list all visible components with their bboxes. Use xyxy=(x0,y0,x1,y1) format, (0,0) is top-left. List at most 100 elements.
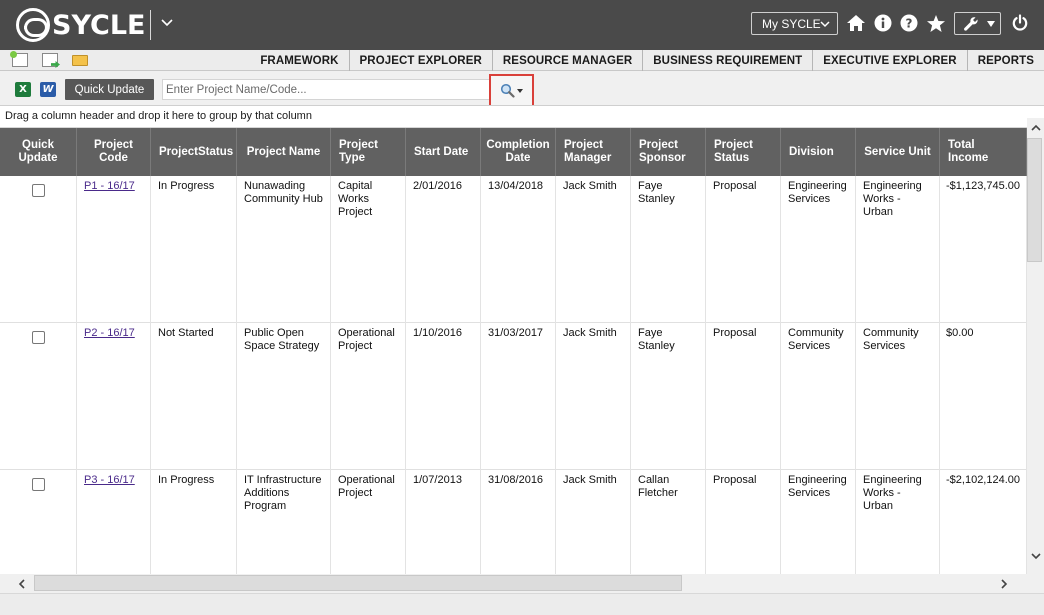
quick-update-cell xyxy=(0,470,77,574)
app-switcher-chevron-icon[interactable] xyxy=(160,15,176,35)
column-header-completion-date[interactable]: Completion Date xyxy=(481,128,556,176)
project-sponsor-cell: Callan Fletcher xyxy=(631,470,706,574)
column-header-project-sponsor[interactable]: Project Sponsor xyxy=(631,128,706,176)
word-export-icon[interactable]: W xyxy=(40,82,56,97)
logo-text: SYCLE xyxy=(52,9,146,41)
sycle-logo[interactable]: SYCLE xyxy=(16,8,146,42)
project-code-cell: P3 - 16/17 xyxy=(77,470,151,574)
project-grid: Drag a column header and drop it here to… xyxy=(0,105,1044,594)
project-search-input[interactable] xyxy=(162,79,490,100)
power-icon[interactable] xyxy=(1009,12,1031,34)
column-header-project-name[interactable]: Project Name xyxy=(237,128,331,176)
completion-date-cell: 31/08/2016 xyxy=(481,470,556,574)
caret-down-icon xyxy=(987,20,995,27)
total-income-cell: -$2,102,124.00 xyxy=(940,470,1027,574)
new-project-icon[interactable] xyxy=(10,51,28,67)
star-icon[interactable] xyxy=(925,12,947,34)
footer-strip xyxy=(0,593,1044,615)
info-icon[interactable] xyxy=(872,12,894,34)
tools-dropdown[interactable] xyxy=(954,12,1001,35)
quick-update-cell xyxy=(0,176,77,323)
scroll-down-icon[interactable] xyxy=(1030,550,1042,562)
service-unit-cell: Community Services xyxy=(856,323,940,470)
project-name-cell: IT Infrastructure Additions Program xyxy=(237,470,331,574)
start-date-cell: 1/10/2016 xyxy=(406,323,481,470)
vertical-scroll-thumb[interactable] xyxy=(1027,138,1042,262)
export-project-icon[interactable] xyxy=(42,53,58,67)
column-header-project-manager[interactable]: Project Manager xyxy=(556,128,631,176)
column-header-start-date[interactable]: Start Date xyxy=(406,128,481,176)
grid-body: P1 - 16/17 In Progress Nunawading Commun… xyxy=(0,176,1027,574)
row-checkbox[interactable] xyxy=(31,331,45,344)
project-status-field-cell: In Progress xyxy=(151,176,237,323)
help-icon[interactable]: ? xyxy=(898,12,920,34)
group-by-drop-zone[interactable]: Drag a column header and drop it here to… xyxy=(0,106,1044,128)
column-header-quick-update[interactable]: Quick Update xyxy=(0,128,77,176)
search-options-caret-icon xyxy=(517,88,523,93)
scroll-up-icon[interactable] xyxy=(1030,122,1042,134)
division-cell: Engineering Services xyxy=(781,176,856,323)
my-sycle-dropdown[interactable]: My SYCLE xyxy=(751,12,838,35)
quick-update-cell xyxy=(0,323,77,470)
table-row: P3 - 16/17 In Progress IT Infrastructure… xyxy=(0,470,1027,574)
project-code-link[interactable]: P1 - 16/17 xyxy=(84,180,135,192)
completion-date-cell: 13/04/2018 xyxy=(481,176,556,323)
total-income-cell: $0.00 xyxy=(940,323,1027,470)
project-code-link[interactable]: P3 - 16/17 xyxy=(84,474,135,486)
project-type-cell: Capital Works Project xyxy=(331,176,406,323)
project-status-field-cell: In Progress xyxy=(151,470,237,574)
wrench-icon xyxy=(964,16,978,31)
project-name-cell: Public Open Space Strategy xyxy=(237,323,331,470)
column-header-project-status[interactable]: Project Status xyxy=(706,128,781,176)
division-cell: Engineering Services xyxy=(781,470,856,574)
menu-project-explorer[interactable]: PROJECT EXPLORER xyxy=(350,50,493,71)
column-header-service-unit[interactable]: Service Unit xyxy=(856,128,940,176)
start-date-cell: 1/07/2013 xyxy=(406,470,481,574)
header-divider xyxy=(150,10,151,40)
project-type-cell: Operational Project xyxy=(331,323,406,470)
menu-business-requirement[interactable]: BUSINESS REQUIREMENT xyxy=(643,50,814,71)
division-cell: Community Services xyxy=(781,323,856,470)
grid-toolbar: X W Quick Update xyxy=(0,72,1044,107)
menu-reports[interactable]: REPORTS xyxy=(968,50,1044,71)
quick-update-button[interactable]: Quick Update xyxy=(65,79,154,100)
scroll-left-icon[interactable] xyxy=(16,578,28,590)
table-row: P2 - 16/17 Not Started Public Open Space… xyxy=(0,323,1027,470)
project-status-cell: Proposal xyxy=(706,470,781,574)
menu-executive-explorer[interactable]: EXECUTIVE EXPLORER xyxy=(813,50,968,71)
project-status-cell: Proposal xyxy=(706,323,781,470)
completion-date-cell: 31/03/2017 xyxy=(481,323,556,470)
search-button[interactable] xyxy=(489,74,534,107)
svg-text:?: ? xyxy=(906,17,913,31)
menu-action-icons xyxy=(10,51,88,67)
chevron-down-icon xyxy=(820,21,830,28)
project-manager-cell: Jack Smith xyxy=(556,176,631,323)
project-code-link[interactable]: P2 - 16/17 xyxy=(84,327,135,339)
project-code-cell: P2 - 16/17 xyxy=(77,323,151,470)
menu-framework[interactable]: FRAMEWORK xyxy=(250,50,350,71)
project-manager-cell: Jack Smith xyxy=(556,470,631,574)
row-checkbox[interactable] xyxy=(31,184,45,197)
scroll-right-icon[interactable] xyxy=(998,578,1010,590)
column-header-total-income[interactable]: Total Income xyxy=(940,128,1027,176)
horizontal-scroll-thumb[interactable] xyxy=(34,575,682,591)
row-checkbox[interactable] xyxy=(31,478,45,491)
my-sycle-label: My SYCLE xyxy=(762,16,821,31)
excel-export-icon[interactable]: X xyxy=(15,82,31,97)
main-menu-bar: FRAMEWORK PROJECT EXPLORER RESOURCE MANA… xyxy=(0,50,1044,71)
column-header-project-type[interactable]: Project Type xyxy=(331,128,406,176)
project-type-cell: Operational Project xyxy=(331,470,406,574)
service-unit-cell: Engineering Works - Urban xyxy=(856,176,940,323)
project-sponsor-cell: Faye Stanley xyxy=(631,323,706,470)
column-header-division[interactable]: Division xyxy=(781,128,856,176)
home-icon[interactable] xyxy=(845,12,867,34)
menu-resource-manager[interactable]: RESOURCE MANAGER xyxy=(493,50,644,71)
total-income-cell: -$1,123,745.00 xyxy=(940,176,1027,323)
column-header-project-code[interactable]: Project Code xyxy=(77,128,151,176)
vertical-scrollbar[interactable] xyxy=(1027,118,1044,574)
open-folder-icon[interactable] xyxy=(72,55,88,66)
column-header-project-status-field[interactable]: ProjectStatus xyxy=(151,128,237,176)
horizontal-scrollbar[interactable] xyxy=(0,574,1044,594)
project-name-cell: Nunawading Community Hub xyxy=(237,176,331,323)
project-status-cell: Proposal xyxy=(706,176,781,323)
